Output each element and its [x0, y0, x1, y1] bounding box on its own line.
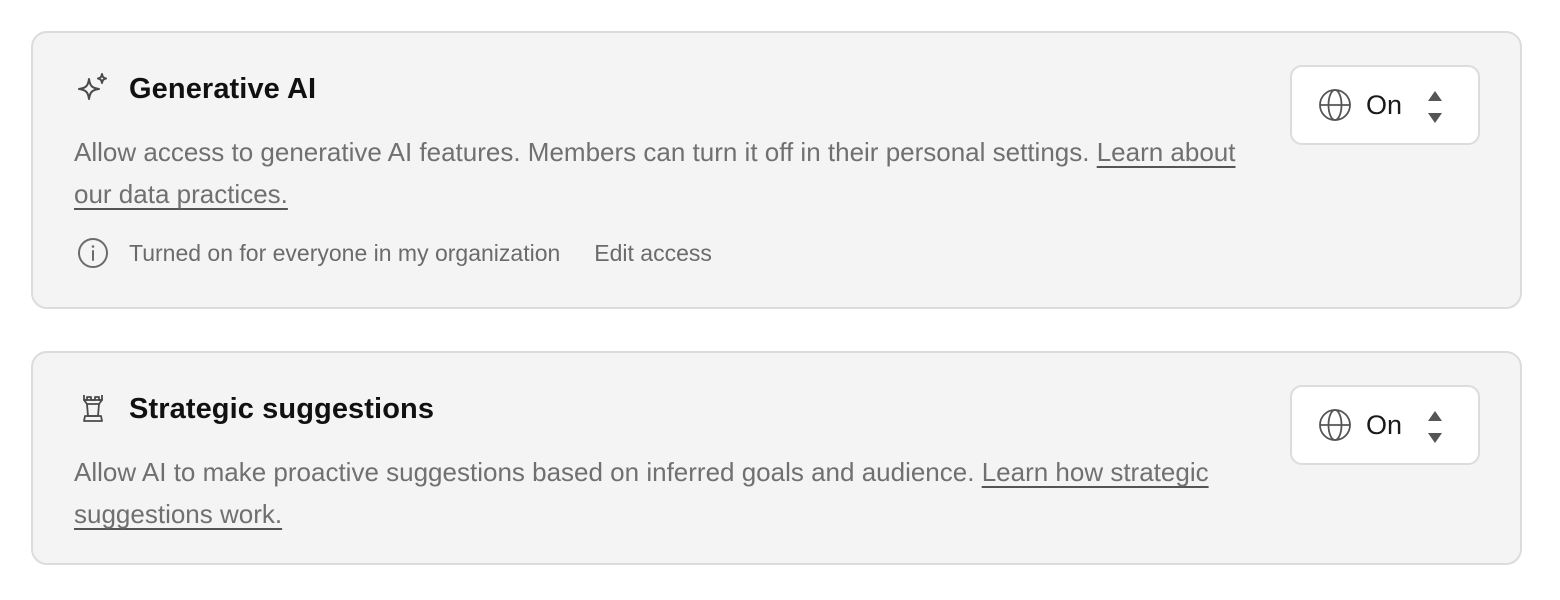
strategic-suggestions-title-row: Strategic suggestions: [75, 391, 434, 427]
strategic-suggestions-description-text: Allow AI to make proactive suggestions b…: [74, 457, 982, 487]
info-icon: [75, 235, 111, 271]
generative-ai-title: Generative AI: [129, 72, 317, 105]
edit-access-button[interactable]: Edit access: [594, 240, 712, 267]
generative-ai-title-row: Generative AI: [75, 71, 316, 107]
strategic-suggestions-select[interactable]: On: [1290, 385, 1480, 465]
strategic-suggestions-card: Strategic suggestions Allow AI to make p…: [31, 351, 1522, 565]
strategic-suggestions-select-value: On: [1366, 409, 1403, 440]
globe-icon: [1318, 408, 1352, 442]
generative-ai-description: Allow access to generative AI features. …: [74, 131, 1274, 215]
globe-icon: [1318, 88, 1352, 122]
generative-ai-description-text: Allow access to generative AI features. …: [74, 137, 1097, 167]
chess-rook-icon: [75, 391, 111, 427]
generative-ai-access-row: Turned on for everyone in my organizatio…: [75, 235, 712, 271]
strategic-suggestions-description: Allow AI to make proactive suggestions b…: [74, 451, 1274, 535]
chevron-up-down-icon: [1426, 89, 1444, 125]
access-status-text: Turned on for everyone in my organizatio…: [129, 239, 561, 266]
chevron-up-down-icon: [1426, 409, 1444, 445]
sparkle-icon: [75, 71, 111, 107]
generative-ai-select[interactable]: On: [1290, 65, 1480, 145]
generative-ai-card: Generative AI Allow access to generative…: [31, 31, 1522, 309]
generative-ai-select-value: On: [1366, 89, 1403, 120]
strategic-suggestions-title: Strategic suggestions: [129, 392, 435, 425]
